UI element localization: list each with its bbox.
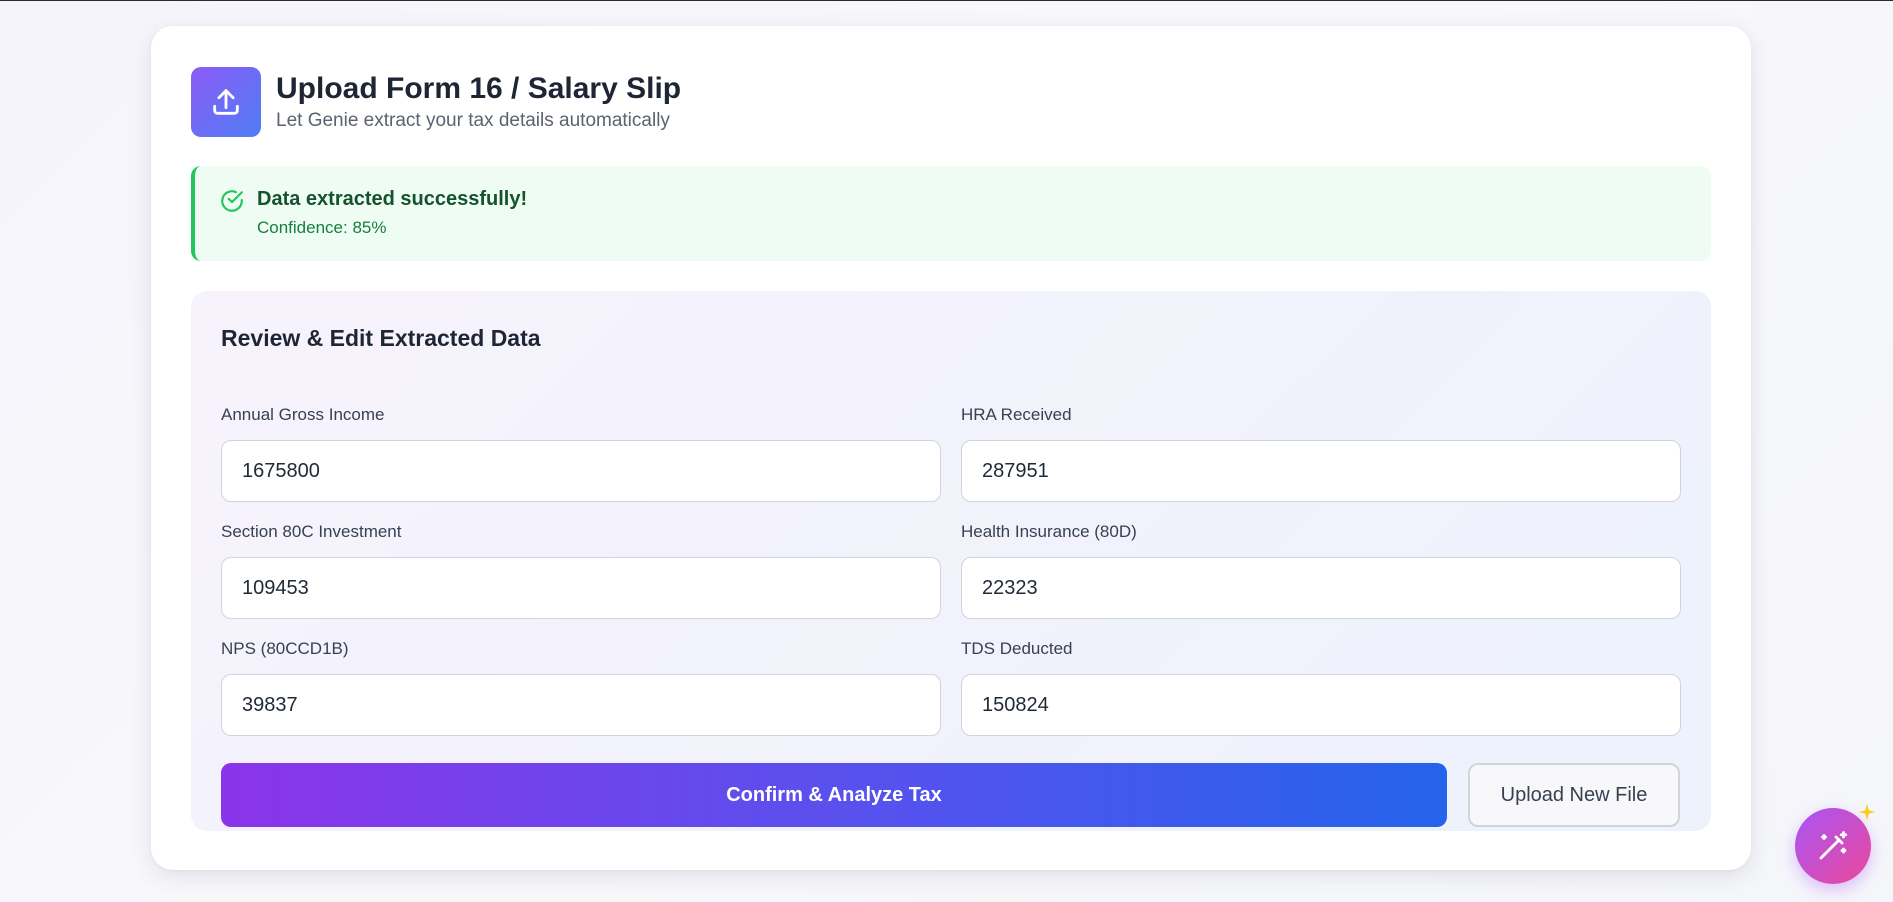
field-label: Health Insurance (80D) [961, 522, 1137, 541]
section-80c-input[interactable] [221, 557, 941, 619]
card-header: Upload Form 16 / Salary Slip Let Genie e… [191, 66, 681, 138]
magic-wand-icon [1819, 831, 1848, 860]
annual-gross-income-input[interactable] [221, 440, 941, 502]
field-label: HRA Received [961, 405, 1072, 424]
health-insurance-input[interactable] [961, 557, 1681, 619]
upload-new-file-button[interactable]: Upload New File [1468, 763, 1680, 827]
field-health-insurance: Health Insurance (80D) [961, 521, 1681, 619]
review-panel: Review & Edit Extracted Data Annual Gros… [191, 291, 1711, 831]
tds-deducted-input[interactable] [961, 674, 1681, 736]
upload-card: Upload Form 16 / Salary Slip Let Genie e… [151, 26, 1751, 870]
top-border [0, 0, 1893, 1]
upload-icon [191, 67, 261, 137]
field-annual-gross-income: Annual Gross Income [221, 404, 941, 502]
check-circle-icon [221, 190, 243, 212]
page-subtitle: Let Genie extract your tax details autom… [276, 110, 670, 131]
page-title: Upload Form 16 / Salary Slip [276, 72, 682, 105]
field-tds-deducted: TDS Deducted [961, 638, 1681, 736]
confidence-text: Confidence: 85% [257, 218, 387, 237]
field-hra-received: HRA Received [961, 404, 1681, 502]
success-title: Data extracted successfully! [257, 188, 528, 210]
confirm-analyze-button[interactable]: Confirm & Analyze Tax [221, 763, 1447, 827]
review-title: Review & Edit Extracted Data [221, 325, 541, 351]
field-nps: NPS (80CCD1B) [221, 638, 941, 736]
nps-input[interactable] [221, 674, 941, 736]
hra-received-input[interactable] [961, 440, 1681, 502]
field-label: Annual Gross Income [221, 405, 385, 424]
success-alert: Data extracted successfully! Confidence:… [191, 166, 1711, 261]
field-label: TDS Deducted [961, 639, 1073, 658]
field-label: NPS (80CCD1B) [221, 639, 349, 658]
field-label: Section 80C Investment [221, 522, 402, 541]
sparkle-icon [1858, 803, 1876, 821]
field-section-80c: Section 80C Investment [221, 521, 941, 619]
